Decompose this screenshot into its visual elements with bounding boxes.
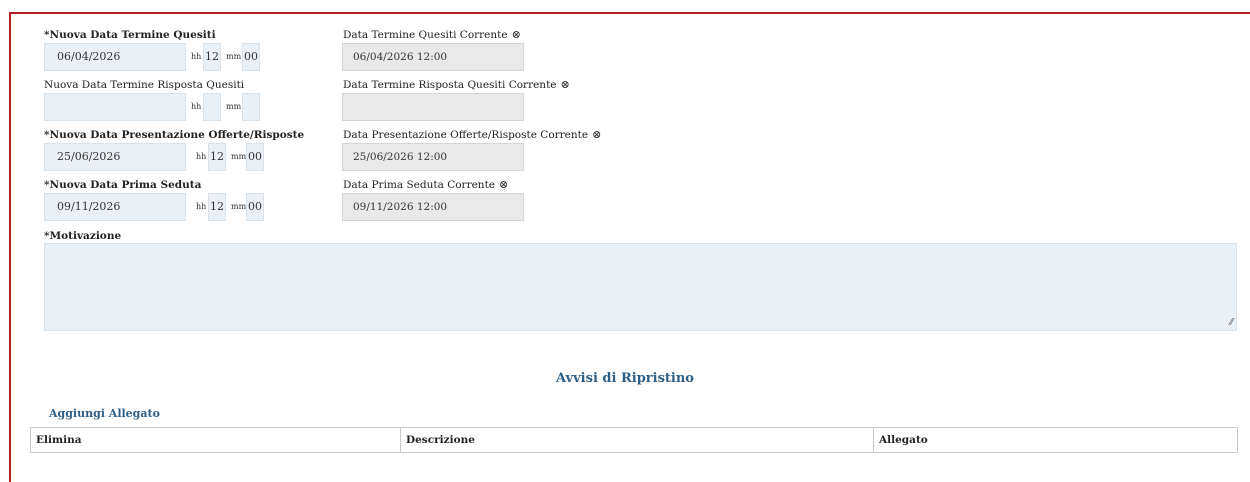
mm-label: mm	[231, 202, 247, 211]
readonly-data-termine-quesiti-corrente: 06/04/2026 12:00	[342, 43, 524, 71]
input-mm-prima-seduta[interactable]: 00	[246, 193, 264, 221]
mm-label: mm	[226, 52, 242, 61]
hh-label: hh	[196, 152, 207, 161]
input-nuova-data-prima-seduta[interactable]: 09/11/2026	[44, 193, 186, 221]
table-header-allegato: Allegato	[873, 428, 1237, 452]
label-data-termine-risposta-quesiti-corrente: Data Termine Risposta Quesiti Corrente ⊗	[343, 79, 570, 92]
label-nuova-data-termine-quesiti: *Nuova Data Termine Quesiti	[44, 29, 216, 41]
current-label-text: Data Termine Risposta Quesiti Corrente	[343, 79, 557, 91]
readonly-data-prima-seduta-corrente: 09/11/2026 12:00	[342, 193, 524, 221]
input-hh-presentazione-offerte[interactable]: 12	[208, 143, 226, 171]
current-label-text: Data Presentazione Offerte/Risposte Corr…	[343, 129, 589, 141]
readonly-data-termine-risposta-quesiti-corrente	[342, 93, 524, 121]
label-nuova-data-presentazione-offerte: *Nuova Data Presentazione Offerte/Rispos…	[44, 129, 305, 141]
hh-label: hh	[191, 52, 202, 61]
hh-label: hh	[191, 102, 202, 111]
current-label-text: Data Termine Quesiti Corrente	[343, 29, 508, 41]
mm-label: mm	[226, 102, 242, 111]
input-hh-termine-risposta-quesiti[interactable]	[203, 93, 221, 121]
section-title: Avvisi di Ripristino	[556, 371, 694, 386]
clear-icon[interactable]: ⊗	[592, 129, 601, 141]
label-motivazione: *Motivazione	[44, 230, 122, 242]
input-hh-termine-quesiti[interactable]: 12	[203, 43, 221, 71]
resize-handle-icon[interactable]: ⁄⁄	[1230, 318, 1233, 328]
clear-icon[interactable]: ⊗	[561, 79, 570, 91]
table-header-descrizione: Descrizione	[400, 428, 873, 452]
input-nuova-data-termine-quesiti[interactable]: 06/04/2026	[44, 43, 186, 71]
label-data-prima-seduta-corrente: Data Prima Seduta Corrente ⊗	[343, 179, 508, 192]
label-data-presentazione-offerte-corrente: Data Presentazione Offerte/Risposte Corr…	[343, 129, 601, 142]
allegati-table: Elimina Descrizione Allegato	[30, 427, 1238, 453]
aggiungi-allegato-link[interactable]: Aggiungi Allegato	[49, 407, 160, 420]
hh-label: hh	[196, 202, 207, 211]
clear-icon[interactable]: ⊗	[512, 29, 521, 41]
motivazione-textarea[interactable]: ⁄⁄	[44, 243, 1237, 331]
readonly-data-presentazione-offerte-corrente: 25/06/2026 12:00	[342, 143, 524, 171]
input-hh-prima-seduta[interactable]: 12	[208, 193, 226, 221]
input-mm-termine-quesiti[interactable]: 00	[242, 43, 260, 71]
label-nuova-data-termine-risposta-quesiti: Nuova Data Termine Risposta Quesiti	[44, 79, 245, 91]
label-data-termine-quesiti-corrente: Data Termine Quesiti Corrente ⊗	[343, 29, 521, 42]
table-header-elimina: Elimina	[36, 434, 82, 446]
label-nuova-data-prima-seduta: *Nuova Data Prima Seduta	[44, 179, 202, 191]
input-nuova-data-termine-risposta-quesiti[interactable]	[44, 93, 186, 121]
input-mm-presentazione-offerte[interactable]: 00	[246, 143, 264, 171]
input-mm-termine-risposta-quesiti[interactable]	[242, 93, 260, 121]
current-label-text: Data Prima Seduta Corrente	[343, 179, 496, 191]
mm-label: mm	[231, 152, 247, 161]
clear-icon[interactable]: ⊗	[499, 179, 508, 191]
input-nuova-data-presentazione-offerte[interactable]: 25/06/2026	[44, 143, 186, 171]
